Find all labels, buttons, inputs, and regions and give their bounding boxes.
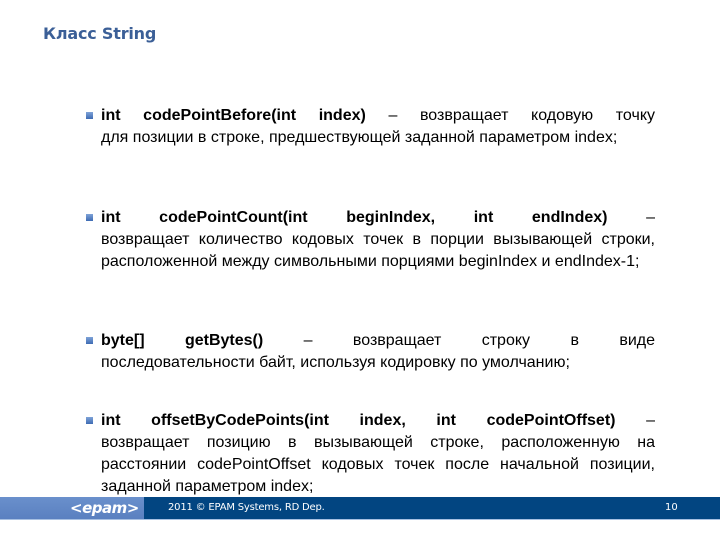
square-bullet-icon (86, 214, 93, 221)
item-description: для позиции в строке, предшествующей зад… (101, 129, 618, 146)
square-bullet-icon (86, 112, 93, 119)
list-item: int codePointBefore(int index) – возвращ… (86, 105, 655, 149)
page-number: 10 (665, 502, 678, 513)
method-signature: int codePointBefore(int index) (101, 107, 366, 124)
item-description-start: – (615, 412, 656, 429)
method-signature: byte[] getBytes() (101, 332, 264, 349)
item-description: возвращает позицию в вызывающей строке, … (101, 434, 655, 495)
list-item: byte[] getBytes() – возвращает строку в … (86, 330, 655, 374)
item-description-start: – (607, 209, 656, 226)
item-description: последовательности байт, используя кодир… (101, 354, 570, 371)
footer-bar: 2011 © EPAM Systems, RD Dep. 10 (144, 497, 720, 519)
copyright-text: 2011 © EPAM Systems, RD Dep. (168, 502, 325, 513)
footer-logo-area: <epam> (0, 497, 144, 519)
list-item: int offsetByCodePoints(int index, int co… (86, 410, 655, 498)
item-first-line: int codePointCount(int beginIndex, int e… (101, 207, 655, 229)
slide-footer: <epam> 2011 © EPAM Systems, RD Dep. 10 (0, 497, 720, 520)
item-description-start: – возвращает строку в виде (263, 332, 656, 349)
item-first-line: int offsetByCodePoints(int index, int co… (101, 410, 655, 432)
method-signature: int offsetByCodePoints(int index, int co… (101, 412, 616, 429)
square-bullet-icon (86, 337, 93, 344)
item-first-line: byte[] getBytes() – возвращает строку в … (101, 330, 655, 352)
item-description: возвращает количество кодовых точек в по… (101, 231, 655, 270)
slide-title: Класс String (43, 24, 157, 43)
square-bullet-icon (86, 417, 93, 424)
footer-divider (0, 519, 720, 520)
epam-logo: <epam> (70, 499, 139, 517)
method-signature: int codePointCount(int beginIndex, int e… (101, 209, 608, 226)
item-first-line: int codePointBefore(int index) – возвращ… (101, 105, 655, 127)
list-item: int codePointCount(int beginIndex, int e… (86, 207, 655, 273)
item-description-start: – возвращает кодовую точку (365, 107, 655, 124)
